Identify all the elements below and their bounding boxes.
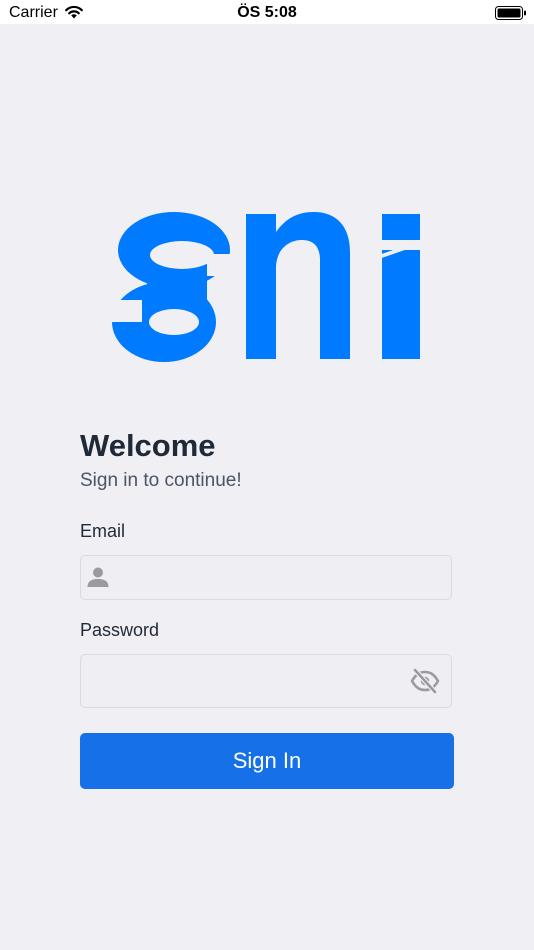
sni-logo: [112, 212, 422, 362]
email-field[interactable]: [80, 555, 452, 600]
password-label: Password: [80, 620, 160, 640]
logo-letter-s: [112, 212, 232, 362]
user-icon: [87, 567, 109, 587]
welcome-title: Welcome: [80, 428, 216, 463]
status-time: ÖS 5:08: [237, 4, 297, 21]
logo-letter-i: [376, 214, 422, 359]
logo-letter-n: [246, 212, 350, 359]
battery-icon: [495, 6, 526, 20]
email-label: Email: [80, 521, 126, 541]
welcome-subtitle: Sign in to continue!: [80, 470, 242, 491]
sign-in-button[interactable]: Sign In: [80, 733, 454, 789]
password-input[interactable]: [95, 655, 403, 707]
password-field[interactable]: [80, 654, 452, 708]
status-bar: Carrier ÖS 5:08: [0, 0, 534, 24]
eye-slash-icon[interactable]: [410, 667, 440, 695]
email-input[interactable]: [123, 556, 403, 599]
